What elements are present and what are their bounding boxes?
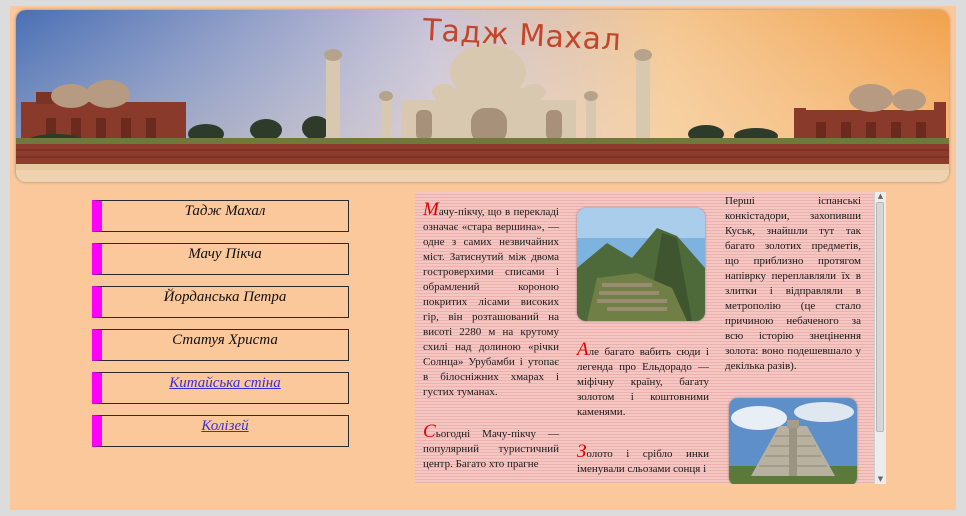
header-banner: Тадж Махал <box>16 10 949 182</box>
machu-picchu-photo <box>577 208 705 321</box>
article-column-1: Мачу-пікчу, що в перекладі означає «стар… <box>423 199 559 472</box>
article-scroll-area[interactable]: Мачу-пікчу, що в перекладі означає «стар… <box>415 192 874 484</box>
article-scrollbar[interactable]: ▲ ▼ <box>874 192 886 484</box>
nav-item-petra[interactable]: Йорданська Петра <box>92 286 349 318</box>
nav-link-colosseum[interactable]: Колізей <box>92 415 349 447</box>
dropcap: А <box>577 339 589 360</box>
scroll-up-arrow-icon[interactable]: ▲ <box>876 192 885 201</box>
dropcap: С <box>423 421 436 442</box>
dropcap: М <box>423 199 439 220</box>
scroll-down-arrow-icon[interactable]: ▼ <box>876 475 885 484</box>
nav-link-great-wall[interactable]: Китайська стіна <box>92 372 349 404</box>
paragraph-conquistadors: Перші іспанські конкістадори, захопивши … <box>725 195 861 372</box>
pyramid-photo <box>729 398 857 484</box>
scrollbar-thumb[interactable] <box>876 202 884 432</box>
paragraph-eldorado: Але багато вабить сюди і легенда про Ель… <box>577 339 709 418</box>
article-column-3: Перші іспанські конкістадори, захопивши … <box>725 194 861 374</box>
nav-item-taj-mahal[interactable]: Тадж Махал <box>92 200 349 232</box>
nav-item-christ-statue[interactable]: Статуя Христа <box>92 329 349 361</box>
paragraph-machu-picchu-intro: Мачу-пікчу, що в перекладі означає «стар… <box>423 199 559 398</box>
dropcap: З <box>577 441 587 462</box>
article-column-2: Але багато вабить сюди і легенда про Ель… <box>577 339 709 477</box>
nav-item-machu-picchu[interactable]: Мачу Пікча <box>92 243 349 275</box>
paragraph-tourism: Сьогодні Мачу-пікчу — популярний туристи… <box>423 421 559 470</box>
paragraph-gold: Золото і срібло инки іменували сльозами … <box>577 441 709 475</box>
